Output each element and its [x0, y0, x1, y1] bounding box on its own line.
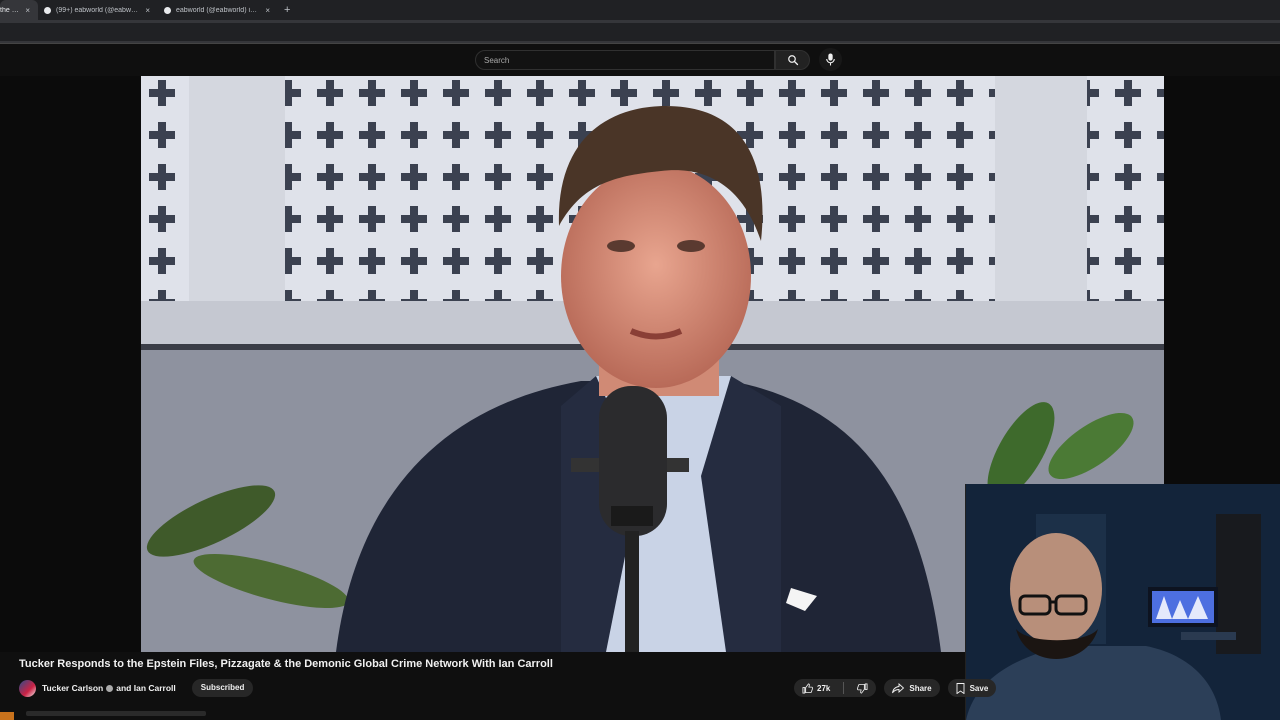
voice-search-button[interactable]: [819, 48, 842, 71]
like-count: 27k: [817, 683, 831, 693]
like-dislike-group: 27k: [794, 679, 877, 697]
like-divider: [843, 682, 845, 694]
dislike-button[interactable]: [849, 679, 876, 697]
collaborator-text: and Ian Carroll: [116, 683, 176, 693]
search-button[interactable]: [775, 50, 810, 70]
channel-name-text: Tucker Carlson: [42, 683, 104, 693]
subscribed-button[interactable]: Subscribed: [191, 679, 254, 697]
close-icon[interactable]: ×: [25, 6, 30, 15]
verified-icon: [106, 685, 114, 693]
tab-title: the Ep…: [0, 6, 21, 14]
channel-name[interactable]: Tucker Carlson and Ian Carroll: [42, 683, 176, 693]
mic-icon: [826, 53, 835, 66]
browser-tab-3[interactable]: eabworld (@eabworld) is LIVE ×: [158, 0, 278, 20]
screen: the Ep… × (99+) eabworld (@eabworld) | T…: [0, 0, 1280, 720]
description-placeholder: [26, 711, 206, 716]
thumbs-up-icon: [802, 683, 813, 693]
save-button[interactable]: Save: [947, 679, 997, 697]
like-button[interactable]: 27k: [794, 679, 838, 697]
tab-title: (99+) eabworld (@eabworld) | T…: [56, 6, 140, 14]
browser-tab-strip: the Ep… × (99+) eabworld (@eabworld) | T…: [0, 0, 1280, 20]
new-tab-button[interactable]: +: [278, 4, 296, 16]
search-icon: [787, 55, 798, 66]
bookmark-icon: [956, 682, 965, 694]
video-title: Tucker Responds to the Epstein Files, Pi…: [19, 658, 553, 670]
description-peek: [0, 707, 965, 720]
close-icon[interactable]: ×: [265, 6, 270, 15]
thumbs-down-icon: [857, 683, 868, 693]
search-input[interactable]: Search: [475, 50, 775, 70]
owner-row: Tucker Carlson and Ian Carroll Subscribed: [19, 679, 254, 697]
taskbar-corner: [0, 712, 14, 720]
address-bar[interactable]: [0, 23, 1280, 41]
youtube-masthead: Search: [0, 44, 1280, 76]
browser-tab-1[interactable]: the Ep… ×: [0, 0, 38, 20]
share-icon: [892, 682, 905, 693]
channel-avatar[interactable]: [19, 679, 36, 697]
video-actions: 27k Share Save: [794, 679, 997, 697]
tiktok-icon: [44, 6, 51, 14]
browser-toolbar: [0, 20, 1280, 44]
webcam-feed: [966, 484, 1280, 720]
webcam-overlay: [965, 484, 1280, 720]
share-button[interactable]: Share: [884, 679, 940, 697]
tiktok-icon: [164, 6, 171, 14]
share-label: Share: [909, 683, 932, 693]
browser-tab-2[interactable]: (99+) eabworld (@eabworld) | T… ×: [38, 0, 158, 20]
tab-title: eabworld (@eabworld) is LIVE: [176, 6, 260, 14]
save-label: Save: [969, 683, 989, 693]
close-icon[interactable]: ×: [145, 6, 150, 15]
